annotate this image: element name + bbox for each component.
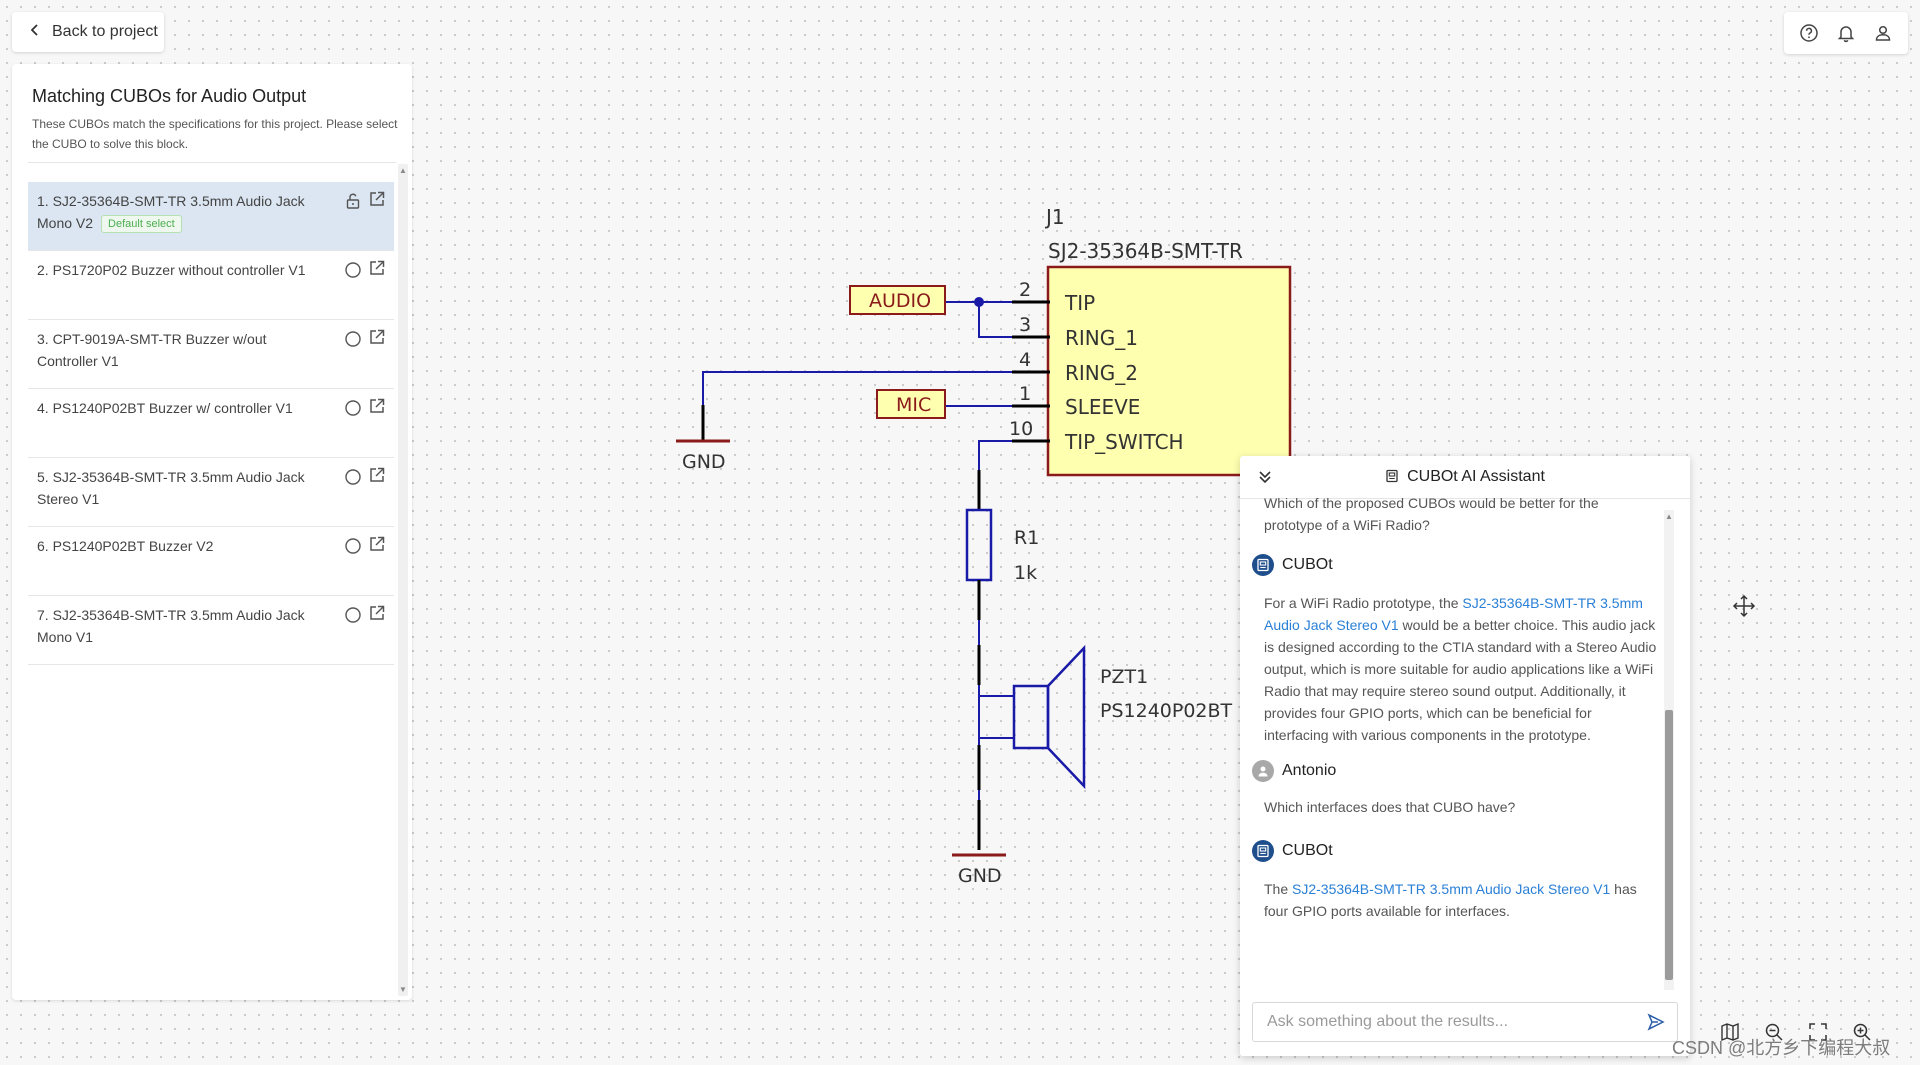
audio-net-label: AUDIO bbox=[869, 290, 931, 312]
pin-number: 10 bbox=[1009, 418, 1033, 440]
author-name: Antonio bbox=[1282, 762, 1337, 779]
move-icon[interactable] bbox=[1732, 594, 1756, 618]
ask-input[interactable] bbox=[1265, 1012, 1647, 1032]
r1-resistor[interactable] bbox=[965, 508, 993, 582]
bot-avatar-icon bbox=[1252, 840, 1274, 862]
bot-avatar-icon bbox=[1252, 554, 1274, 576]
message-author: CUBOt bbox=[1252, 554, 1333, 576]
assistant-title-text: CUBOt AI Assistant bbox=[1407, 468, 1545, 485]
message-author: CUBOt bbox=[1252, 840, 1333, 862]
send-icon[interactable] bbox=[1647, 1013, 1665, 1031]
mic-net-label: MIC bbox=[896, 394, 931, 416]
r1-ref-label: R1 bbox=[1014, 527, 1039, 549]
pin-number: 3 bbox=[1019, 314, 1031, 336]
pin-number: 2 bbox=[1019, 279, 1031, 301]
author-name: CUBOt bbox=[1282, 842, 1333, 859]
scroll-up-icon[interactable]: ▲ bbox=[1665, 512, 1673, 521]
assistant-header: CUBOt AI Assistant bbox=[1240, 456, 1690, 499]
message-text: The SJ2-35364B-SMT-TR 3.5mm Audio Jack S… bbox=[1264, 878, 1658, 922]
pzt1-ref-label: PZT1 bbox=[1100, 666, 1148, 688]
j1-ref-label: J1 bbox=[1044, 205, 1065, 229]
gnd-label: GND bbox=[682, 451, 726, 473]
gnd-label: GND bbox=[958, 865, 1002, 887]
author-name: CUBOt bbox=[1282, 556, 1333, 573]
pin-number: 1 bbox=[1019, 383, 1031, 405]
pin-name: TIP bbox=[1064, 291, 1095, 315]
message-text: Which interfaces does that CUBO have? bbox=[1264, 799, 1516, 815]
junction-dot bbox=[974, 297, 984, 307]
pin-name: SLEEVE bbox=[1065, 395, 1140, 419]
pin-name: RING_2 bbox=[1065, 361, 1138, 385]
r1-value-label: 1k bbox=[1014, 562, 1037, 584]
message-text-before: For a WiFi Radio prototype, the bbox=[1264, 595, 1463, 611]
scrollbar-thumb[interactable] bbox=[1665, 710, 1673, 980]
chat-input-box[interactable] bbox=[1252, 1002, 1678, 1042]
message-text: For a WiFi Radio prototype, the SJ2-3536… bbox=[1264, 592, 1658, 746]
chat-history[interactable]: Which of the proposed CUBOs would be bet… bbox=[1240, 498, 1670, 1046]
watermark: CSDN @北方乡下编程大叔 bbox=[1672, 1038, 1891, 1058]
message-author: Antonio bbox=[1252, 760, 1336, 782]
ai-assistant-panel: CUBOt AI Assistant Which of the proposed… bbox=[1240, 456, 1690, 1056]
assistant-title: CUBOt AI Assistant bbox=[1240, 468, 1690, 486]
message-text-before: The bbox=[1264, 881, 1293, 897]
message-text-after: would be a better choice. This audio jac… bbox=[1264, 617, 1657, 743]
pzt1-part-label: PS1240P02BT bbox=[1100, 700, 1233, 722]
pin-name: TIP_SWITCH bbox=[1064, 430, 1184, 454]
pin-number: 4 bbox=[1019, 349, 1031, 371]
user-avatar-icon bbox=[1252, 760, 1274, 782]
robot-icon bbox=[1386, 469, 1398, 483]
j1-part-label: SJ2-35364B-SMT-TR bbox=[1048, 239, 1243, 263]
previous-question: Which of the proposed CUBOs would be bet… bbox=[1264, 498, 1599, 533]
chat-scrollbar[interactable]: ▲ bbox=[1664, 510, 1674, 990]
cubo-link[interactable]: SJ2-35364B-SMT-TR 3.5mm Audio Jack Stere… bbox=[1292, 881, 1610, 897]
pin-name: RING_1 bbox=[1065, 326, 1138, 350]
pzt1-speaker[interactable] bbox=[1012, 644, 1086, 790]
